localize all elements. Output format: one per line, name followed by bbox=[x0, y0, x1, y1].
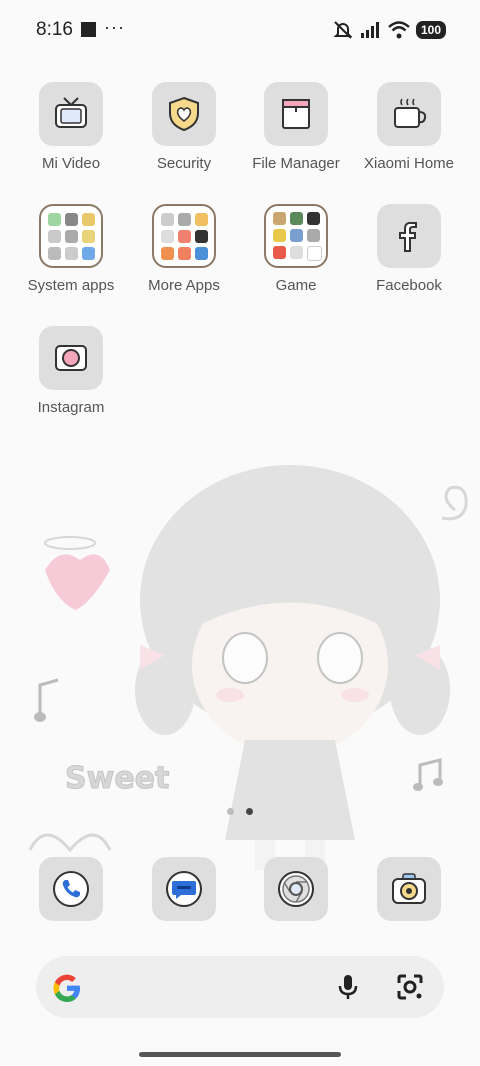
app-label: Mi Video bbox=[41, 155, 101, 172]
dock-messages[interactable] bbox=[152, 857, 216, 921]
signal-icon bbox=[360, 22, 379, 38]
tv-icon bbox=[55, 97, 87, 128]
swirl-decoration bbox=[441, 485, 468, 521]
app-label: Instagram bbox=[37, 399, 105, 416]
wallpaper-sweet-text: Sweet bbox=[65, 761, 169, 796]
music-note-decoration bbox=[38, 678, 59, 715]
folder-game[interactable]: Game bbox=[236, 204, 356, 294]
dock-camera[interactable] bbox=[377, 857, 441, 921]
gesture-navigation-bar[interactable] bbox=[139, 1052, 341, 1057]
wallpaper: Sweet bbox=[28, 465, 468, 870]
shield-heart-icon bbox=[169, 96, 199, 132]
google-search-bar[interactable] bbox=[36, 956, 444, 1018]
phone-icon bbox=[53, 871, 89, 907]
app-facebook[interactable]: Facebook bbox=[349, 204, 469, 294]
battery-icon: 100 bbox=[415, 21, 446, 39]
wifi-icon bbox=[388, 21, 410, 39]
app-label: Game bbox=[275, 277, 317, 294]
message-icon bbox=[166, 871, 202, 907]
camera-icon bbox=[55, 345, 87, 371]
bow-decoration bbox=[28, 833, 112, 853]
app-label: More Apps bbox=[148, 277, 220, 294]
folder-grid-icon bbox=[39, 204, 103, 268]
app-label: System apps bbox=[27, 277, 115, 294]
notification-square-icon bbox=[81, 22, 96, 37]
dock-phone[interactable] bbox=[39, 857, 103, 921]
page-indicator bbox=[0, 808, 480, 815]
app-security[interactable]: Security bbox=[124, 82, 244, 172]
app-label: Security bbox=[156, 155, 212, 172]
coffee-cup-icon bbox=[394, 98, 427, 128]
chrome-icon bbox=[278, 871, 314, 907]
mute-bell-icon bbox=[333, 21, 353, 39]
app-label: Xiaomi Home bbox=[363, 155, 455, 172]
more-notifications-icon: ··· bbox=[104, 17, 125, 37]
lens-icon[interactable] bbox=[395, 972, 425, 1002]
folder-more-apps[interactable]: More Apps bbox=[124, 204, 244, 294]
app-file-manager[interactable]: File Manager bbox=[236, 82, 356, 172]
halo-decoration bbox=[44, 536, 96, 550]
status-icons: 100 bbox=[332, 19, 446, 41]
page-dot-active bbox=[246, 808, 253, 815]
app-mi-video[interactable]: Mi Video bbox=[11, 82, 131, 172]
folder-grid-icon bbox=[264, 204, 328, 268]
camera-icon bbox=[392, 873, 426, 904]
microphone-icon[interactable] bbox=[333, 972, 363, 1002]
status-bar: 8:16 ··· 100 bbox=[0, 0, 480, 60]
folder-grid-icon bbox=[152, 204, 216, 268]
winged-heart-decoration bbox=[45, 554, 110, 610]
clock: 8:16 bbox=[36, 19, 73, 40]
dock-chrome[interactable] bbox=[264, 857, 328, 921]
app-instagram[interactable]: Instagram bbox=[11, 326, 131, 416]
folder-system-apps[interactable]: System apps bbox=[11, 204, 131, 294]
facebook-icon bbox=[399, 221, 417, 252]
page-dot bbox=[227, 808, 234, 815]
google-logo-icon bbox=[53, 974, 80, 1002]
app-label: File Manager bbox=[252, 155, 340, 172]
app-label: Facebook bbox=[376, 277, 442, 294]
folder-icon bbox=[282, 99, 310, 129]
app-xiaomi-home[interactable]: Xiaomi Home bbox=[349, 82, 469, 172]
